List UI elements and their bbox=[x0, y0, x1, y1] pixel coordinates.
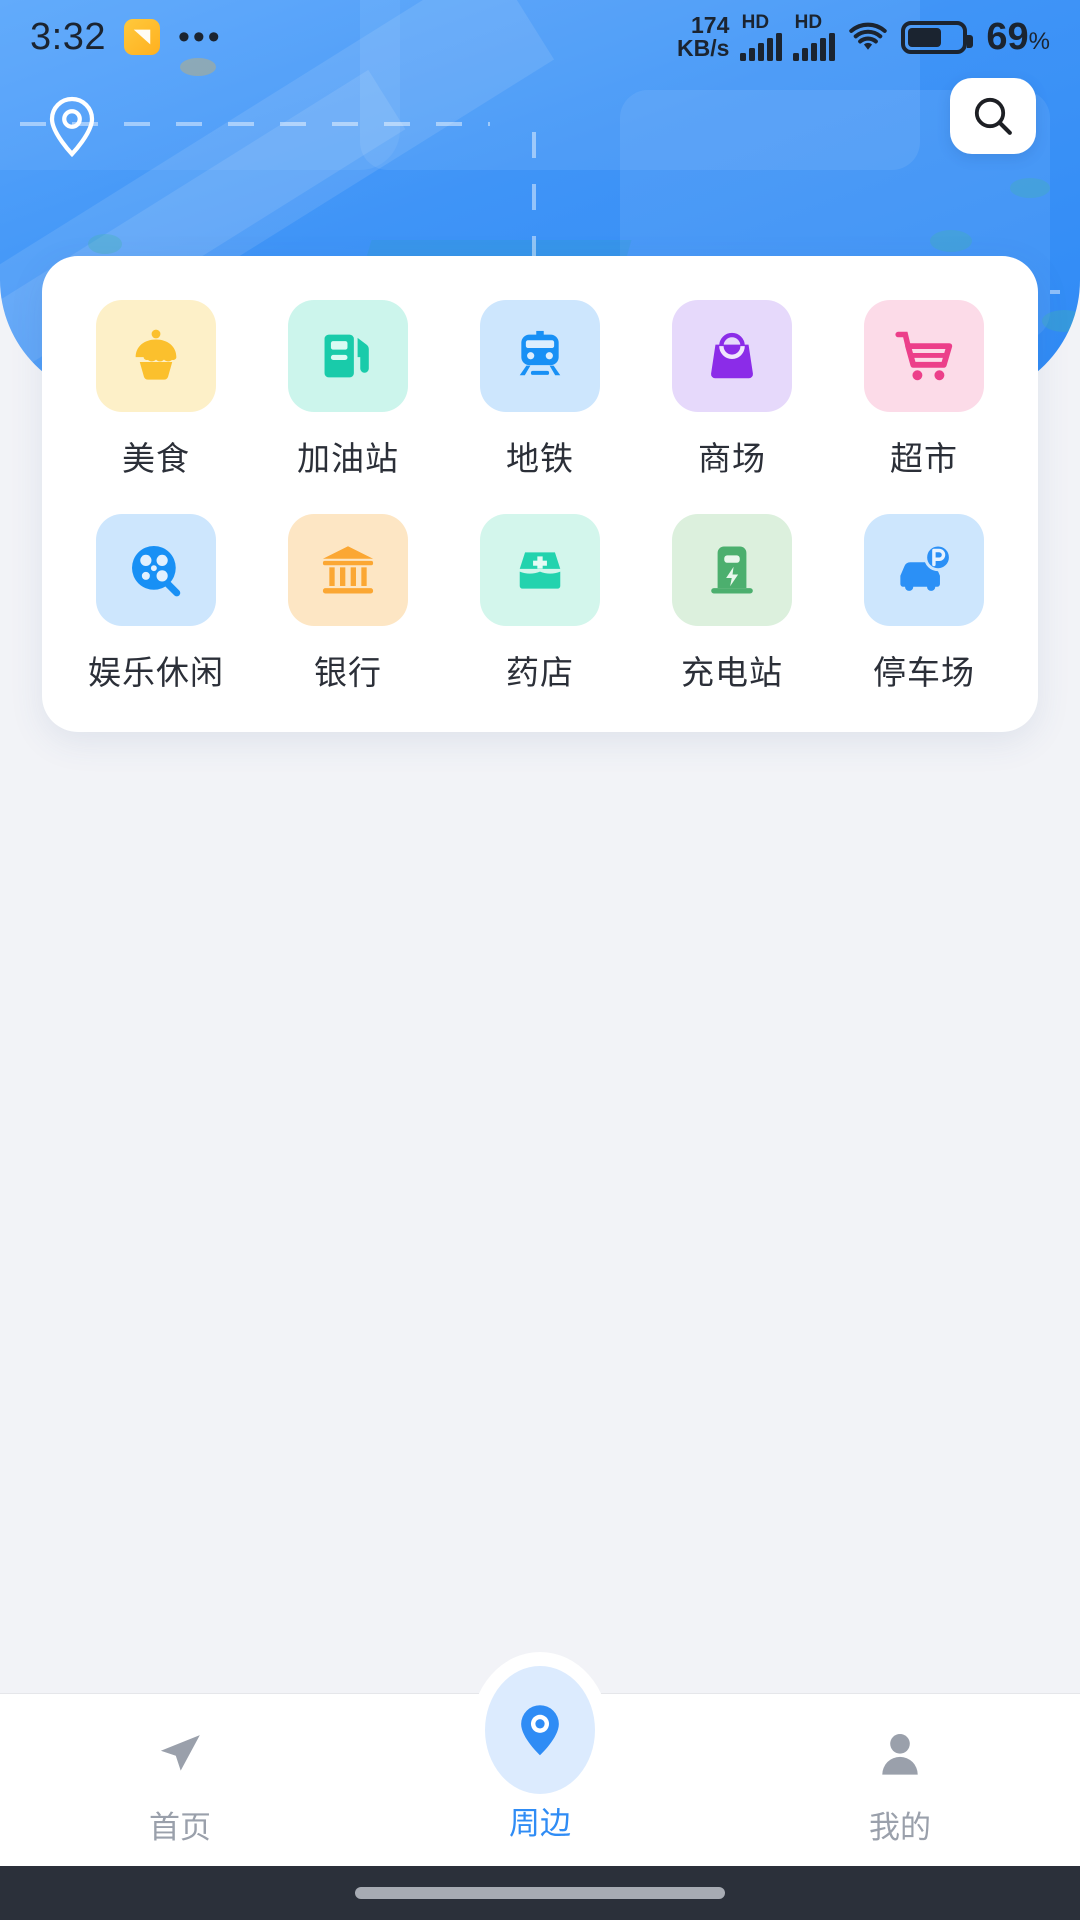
network-speed: 174 KB/s bbox=[676, 11, 730, 61]
category-tile bbox=[480, 300, 600, 412]
category-label: 地铁 bbox=[506, 440, 574, 477]
message-icon bbox=[123, 19, 160, 55]
wifi-icon bbox=[846, 20, 890, 54]
search-button[interactable] bbox=[950, 78, 1036, 154]
category-item-pharmacy[interactable]: 药店 bbox=[444, 514, 636, 694]
medicine-box-icon bbox=[519, 552, 561, 589]
category-item-bank[interactable]: 银行 bbox=[252, 514, 444, 694]
category-tile bbox=[96, 300, 216, 412]
subway-train-icon bbox=[519, 330, 561, 376]
location-pin-icon[interactable] bbox=[42, 94, 102, 164]
search-icon bbox=[974, 97, 1012, 135]
category-label: 超市 bbox=[890, 440, 958, 477]
tab-nearby[interactable]: 周边 bbox=[360, 1666, 720, 1843]
map-tree-dot bbox=[1042, 310, 1080, 332]
notification-overflow-icon: ••• bbox=[177, 17, 223, 56]
signal-bars bbox=[740, 33, 783, 61]
tab-label: 首页 bbox=[149, 1810, 211, 1845]
status-bar: 3:32 ••• 174 KB/s HD HD 69% bbox=[0, 0, 1080, 74]
category-item-entertainment[interactable]: 娱乐休闲 bbox=[60, 514, 252, 694]
navigation-arrow-icon bbox=[152, 1712, 208, 1798]
charging-station-icon bbox=[711, 546, 753, 594]
signal-icon-sim1: HD bbox=[740, 12, 783, 61]
signal-bars bbox=[793, 33, 836, 61]
category-label: 药店 bbox=[506, 654, 574, 691]
signal-icon-sim2: HD bbox=[793, 12, 836, 61]
category-item-charging-station[interactable]: 充电站 bbox=[636, 514, 828, 694]
bank-icon bbox=[322, 546, 374, 594]
category-tile bbox=[96, 514, 216, 626]
network-speed-value: 174 bbox=[691, 11, 730, 38]
category-tile bbox=[288, 514, 408, 626]
home-indicator[interactable] bbox=[355, 1887, 725, 1899]
category-label: 停车场 bbox=[873, 654, 975, 691]
parking-car-icon bbox=[900, 543, 952, 591]
category-card: 美食 加油站 地铁 商场 超市 娱乐休闲 银行 药店 充电站 停车场 bbox=[42, 256, 1038, 732]
handbag-icon bbox=[711, 332, 753, 379]
category-grid: 美食 加油站 地铁 商场 超市 娱乐休闲 银行 药店 充电站 停车场 bbox=[60, 300, 1020, 694]
person-icon bbox=[872, 1712, 928, 1798]
category-item-parking[interactable]: 停车场 bbox=[828, 514, 1020, 694]
category-item-food[interactable]: 美食 bbox=[60, 300, 252, 480]
status-time: 3:32 bbox=[30, 15, 106, 58]
bottom-navigation: 首页 周边 我的 bbox=[0, 1666, 1080, 1866]
category-tile bbox=[288, 300, 408, 412]
category-item-gas-station[interactable]: 加油站 bbox=[252, 300, 444, 480]
category-tile bbox=[864, 300, 984, 412]
battery-icon bbox=[901, 20, 974, 54]
category-item-supermarket[interactable]: 超市 bbox=[828, 300, 1020, 480]
map-tree-dot bbox=[930, 230, 972, 252]
hd-label-sim2: HD bbox=[794, 12, 823, 33]
category-tile bbox=[672, 300, 792, 412]
tab-mine[interactable]: 我的 bbox=[720, 1694, 1080, 1847]
tab-label: 我的 bbox=[869, 1810, 931, 1845]
map-tree-dot bbox=[1010, 178, 1050, 198]
category-label: 娱乐休闲 bbox=[88, 654, 224, 691]
location-pin-icon bbox=[485, 1666, 595, 1794]
map-tree-dot bbox=[88, 234, 122, 254]
category-label: 加油站 bbox=[297, 440, 399, 477]
network-speed-unit: KB/s bbox=[676, 35, 730, 61]
category-label: 美食 bbox=[122, 440, 190, 477]
category-tile bbox=[480, 514, 600, 626]
shopping-cart-icon bbox=[895, 331, 953, 381]
category-tile bbox=[672, 514, 792, 626]
fuel-pump-icon bbox=[324, 334, 369, 378]
cupcake-icon bbox=[135, 329, 177, 380]
category-label: 充电站 bbox=[681, 654, 783, 691]
category-label: 银行 bbox=[314, 654, 382, 691]
tab-home[interactable]: 首页 bbox=[0, 1694, 360, 1847]
battery-percent: 69% bbox=[986, 15, 1050, 58]
film-reel-icon bbox=[132, 546, 181, 597]
category-item-mall[interactable]: 商场 bbox=[636, 300, 828, 480]
hd-label-sim1: HD bbox=[741, 12, 770, 33]
tab-label: 周边 bbox=[509, 1806, 571, 1841]
category-tile bbox=[864, 514, 984, 626]
status-bar-left: 3:32 ••• bbox=[30, 16, 223, 59]
category-item-subway[interactable]: 地铁 bbox=[444, 300, 636, 480]
category-label: 商场 bbox=[698, 440, 766, 477]
status-bar-right: 174 KB/s HD HD 69% bbox=[677, 13, 1050, 61]
system-gesture-bar bbox=[0, 1866, 1080, 1920]
